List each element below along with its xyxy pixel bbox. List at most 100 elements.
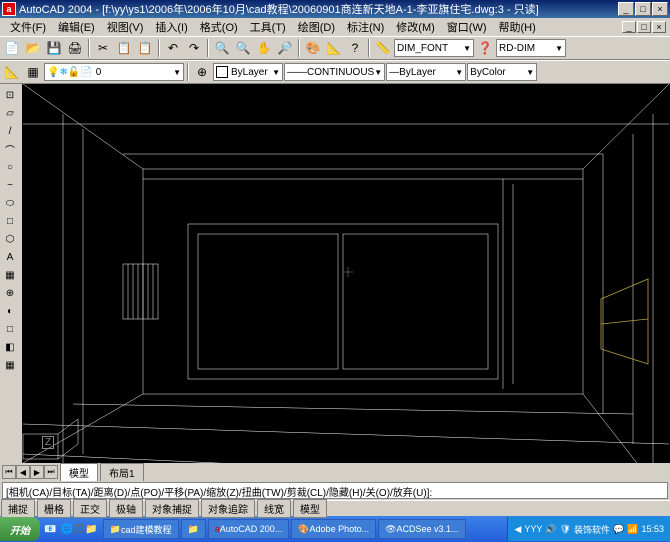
ellipse-icon[interactable]: ⬭ — [0, 194, 20, 212]
polygon-icon[interactable]: ⬡ — [0, 230, 20, 248]
layer-icon[interactable]: 📐 — [2, 62, 22, 82]
close-button[interactable]: × — [652, 2, 668, 16]
tray-text: YYY — [524, 524, 542, 534]
ortho-button[interactable]: 正交 — [73, 499, 107, 518]
zoom-out-icon[interactable]: 🔍 — [233, 38, 253, 58]
open-icon[interactable]: 📂 — [23, 38, 43, 58]
cut-icon[interactable]: ✂ — [93, 38, 113, 58]
menu-draw[interactable]: 绘图(D) — [292, 19, 341, 35]
task-photoshop[interactable]: 🎨Adobe Photo... — [291, 519, 376, 539]
properties-icon[interactable]: 🎨 — [303, 38, 323, 58]
menu-help[interactable]: 帮助(H) — [493, 19, 542, 35]
quick-icon[interactable]: 🎵 — [73, 524, 85, 535]
rddim-dropdown[interactable]: RD-DIM▼ — [496, 39, 566, 57]
task-autocad[interactable]: aAutoCAD 200... — [208, 519, 290, 539]
point-icon[interactable]: ⊕ — [0, 284, 20, 302]
mdi-minimize[interactable]: _ — [622, 21, 636, 33]
start-button[interactable]: 开始 — [0, 517, 40, 541]
save-icon[interactable]: 💾 — [44, 38, 64, 58]
menu-dimension[interactable]: 标注(N) — [341, 19, 390, 35]
tab-last-icon[interactable]: ⏭ — [44, 465, 58, 479]
polar-button[interactable]: 极轴 — [109, 499, 143, 518]
circle-icon[interactable]: ○ — [0, 158, 20, 176]
plotstyle-dropdown[interactable]: ByColor▼ — [467, 63, 537, 81]
help-icon[interactable]: ? — [345, 38, 365, 58]
arc-icon[interactable]: ⌒ — [0, 140, 20, 158]
menu-format[interactable]: 格式(O) — [194, 19, 244, 35]
menu-edit[interactable]: 编辑(E) — [52, 19, 101, 35]
mdi-close[interactable]: × — [652, 21, 666, 33]
tool-icon[interactable]: ◐ — [0, 302, 20, 320]
toolbar-properties: 📐 ▦ 💡❄🔓📄 0▼ ⊕ ByLayer▼ —— CONTINUOUS▼ — … — [0, 60, 670, 84]
zoom-in-icon[interactable]: 🔍 — [212, 38, 232, 58]
redo-icon[interactable]: ↷ — [184, 38, 204, 58]
dimfont-dropdown[interactable]: DIM_FONT▼ — [394, 39, 474, 57]
tray-text: 装饰软件 — [574, 523, 610, 536]
hatch-icon[interactable]: ▦ — [0, 266, 20, 284]
minimize-button[interactable]: _ — [618, 2, 634, 16]
lineweight-dropdown[interactable]: — ByLayer▼ — [386, 63, 466, 81]
otrack-button[interactable]: 对象追踪 — [201, 499, 255, 518]
print-icon[interactable]: 🖨 — [65, 38, 85, 58]
quick-icon[interactable]: 🌐 — [60, 524, 72, 535]
draw-toolbar: ⊡ ▱ / ⌒ ○ ~ ⬭ □ ⬡ A ▦ ⊕ ◐ □ ◧ ▦ — [0, 84, 22, 463]
tray-icon[interactable]: 🛡 — [560, 524, 571, 535]
tab-layout1[interactable]: 布局1 — [100, 463, 144, 481]
menu-view[interactable]: 视图(V) — [101, 19, 150, 35]
menu-tools[interactable]: 工具(T) — [244, 19, 292, 35]
tab-first-icon[interactable]: ⏮ — [2, 465, 16, 479]
snap-button[interactable]: 捕捉 — [1, 499, 35, 518]
dim-icon[interactable]: 📏 — [373, 38, 393, 58]
tab-next-icon[interactable]: ▶ — [30, 465, 44, 479]
layer-dropdown[interactable]: 💡❄🔓📄 0▼ — [44, 63, 184, 81]
3d-viewport[interactable]: Z — [22, 84, 670, 463]
menu-modify[interactable]: 修改(M) — [390, 19, 441, 35]
pan-icon[interactable]: ✋ — [254, 38, 274, 58]
tool-icon[interactable]: ◧ — [0, 338, 20, 356]
tool-icon[interactable]: □ — [0, 320, 20, 338]
quick-icon[interactable]: 📁 — [85, 524, 101, 535]
osnap-button[interactable]: 对象捕捉 — [145, 499, 199, 518]
tab-model[interactable]: 模型 — [60, 463, 98, 481]
linetype-dropdown[interactable]: —— CONTINUOUS▼ — [284, 63, 385, 81]
text-icon[interactable]: A — [0, 248, 20, 266]
style-icon[interactable]: ❓ — [475, 38, 495, 58]
tray-icon[interactable]: 📶 — [627, 524, 638, 535]
line-icon[interactable]: / — [0, 122, 20, 140]
app-icon: a — [2, 2, 16, 16]
tray-icon[interactable]: 🔊 — [545, 524, 556, 535]
toolbar-standard: 📄 📂 💾 🖨 ✂ 📋 📋 ↶ ↷ 🔍 🔍 ✋ 🔎 🎨 📐 ? 📏 DIM_FO… — [0, 36, 670, 60]
tab-prev-icon[interactable]: ◀ — [16, 465, 30, 479]
menu-file[interactable]: 文件(F) — [4, 19, 52, 35]
grid-button[interactable]: 栅格 — [37, 499, 71, 518]
model-button[interactable]: 模型 — [293, 499, 327, 518]
match-icon[interactable]: 📐 — [324, 38, 344, 58]
spline-icon[interactable]: ~ — [0, 176, 20, 194]
mdi-restore[interactable]: □ — [637, 21, 651, 33]
color-dropdown[interactable]: ByLayer▼ — [213, 63, 283, 81]
undo-icon[interactable]: ↶ — [163, 38, 183, 58]
layer-tool-icon[interactable]: ⊕ — [192, 62, 212, 82]
tool-icon[interactable]: ▦ — [0, 356, 20, 374]
task-folder[interactable]: 📁 — [181, 519, 206, 539]
task-cad-tutorial[interactable]: 📁cad建模教程 — [103, 519, 179, 539]
tray-icon[interactable]: ◀ — [514, 524, 521, 535]
window-title: AutoCAD 2004 - [f:\yy\ys1\2006年\2006年10月… — [19, 1, 618, 17]
command-line[interactable]: [相机(CA)/目标(TA)/距离(D)/点(PO)/平移(PA)/缩放(Z)/… — [2, 482, 668, 499]
quick-icon[interactable]: 📧 — [40, 524, 60, 535]
copy-icon[interactable]: 📋 — [114, 38, 134, 58]
zoom-icon[interactable]: 🔎 — [275, 38, 295, 58]
lwt-button[interactable]: 线宽 — [257, 499, 291, 518]
tray-icon[interactable]: 💬 — [613, 524, 624, 535]
paste-icon[interactable]: 📋 — [135, 38, 155, 58]
layer-prev-icon[interactable]: ▦ — [23, 62, 43, 82]
tool-icon[interactable]: ▱ — [0, 104, 20, 122]
tool-icon[interactable]: ⊡ — [0, 86, 20, 104]
task-acdsee[interactable]: 👁ACDSee v3.1... — [378, 519, 465, 539]
new-icon[interactable]: 📄 — [2, 38, 22, 58]
rect-icon[interactable]: □ — [0, 212, 20, 230]
menu-window[interactable]: 窗口(W) — [441, 19, 493, 35]
menu-insert[interactable]: 插入(I) — [149, 19, 193, 35]
maximize-button[interactable]: □ — [635, 2, 651, 16]
clock[interactable]: 15:53 — [641, 524, 664, 534]
